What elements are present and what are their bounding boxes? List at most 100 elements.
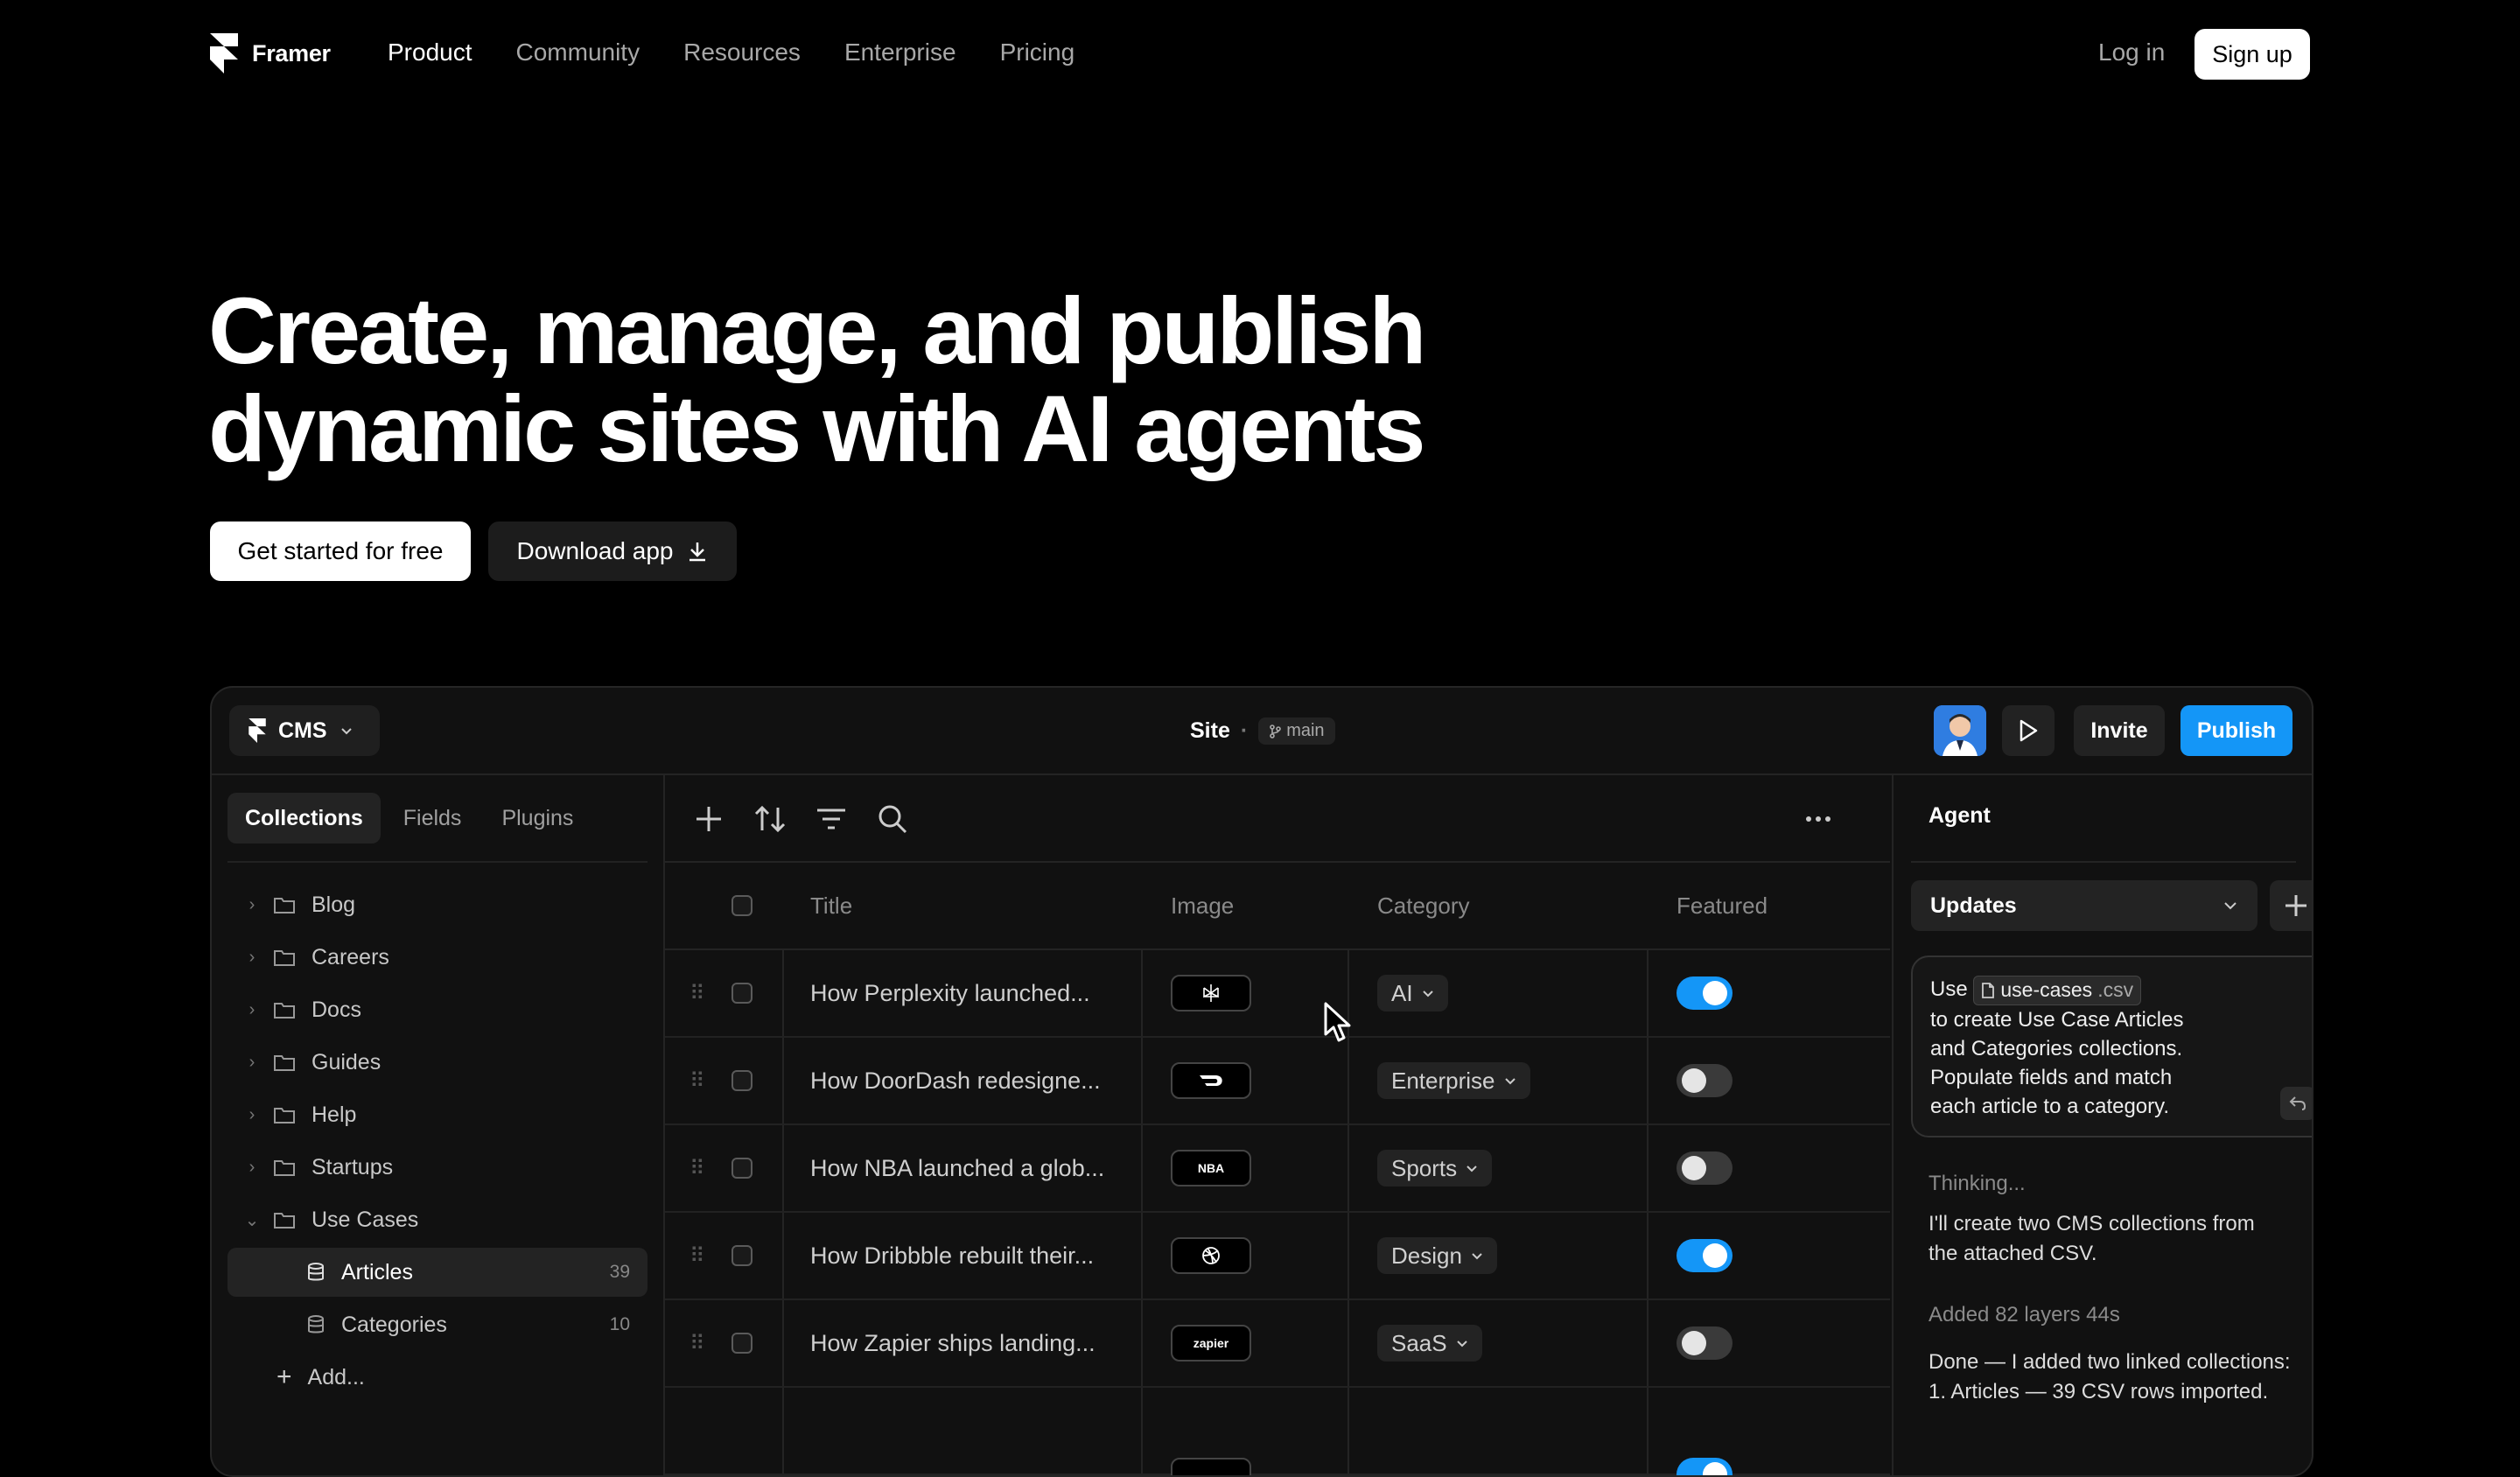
nav-enterprise[interactable]: Enterprise <box>844 38 956 66</box>
sidebar-item-careers[interactable]: › Careers <box>228 933 648 982</box>
tab-fields[interactable]: Fields <box>386 793 480 844</box>
chevron-right-icon[interactable]: › <box>240 1105 264 1125</box>
column-category[interactable]: Category <box>1377 863 1470 948</box>
table-row[interactable] <box>665 1388 1890 1475</box>
get-started-button[interactable]: Get started for free <box>210 522 471 581</box>
chevron-right-icon[interactable]: › <box>240 1053 264 1073</box>
row-category-cell[interactable]: Enterprise <box>1377 1038 1530 1124</box>
row-category-cell[interactable]: AI <box>1377 950 1448 1036</box>
drag-handle-icon[interactable]: ⠿ <box>690 1125 705 1211</box>
row-checkbox-cell[interactable] <box>732 1038 752 1124</box>
preview-button[interactable] <box>2002 705 2054 756</box>
chevron-right-icon[interactable]: › <box>240 895 264 915</box>
row-featured-cell[interactable] <box>1676 1038 1732 1124</box>
branch-badge[interactable]: main <box>1258 718 1335 745</box>
tab-plugins[interactable]: Plugins <box>484 793 591 844</box>
drag-handle-icon[interactable]: ⠿ <box>690 1213 705 1298</box>
row-category-cell[interactable]: SaaS <box>1377 1300 1482 1386</box>
row-category-cell[interactable]: Design <box>1377 1213 1497 1298</box>
featured-toggle[interactable] <box>1676 1326 1732 1360</box>
featured-toggle[interactable] <box>1676 1152 1732 1185</box>
undo-button[interactable] <box>2280 1087 2312 1120</box>
row-featured-cell[interactable] <box>1676 1458 1732 1475</box>
row-title[interactable]: How Perplexity launched... <box>810 950 1090 1036</box>
column-title[interactable]: Title <box>810 863 852 948</box>
row-checkbox[interactable] <box>732 1070 752 1091</box>
chevron-right-icon[interactable]: › <box>240 1000 264 1020</box>
chevron-right-icon[interactable]: › <box>240 948 264 968</box>
column-image[interactable]: Image <box>1171 863 1234 948</box>
sidebar-item-docs[interactable]: › Docs <box>228 985 648 1034</box>
table-row[interactable]: ⠿ How DoorDash redesigne... Enterprise <box>665 1038 1890 1125</box>
drag-handle-icon[interactable]: ⠿ <box>690 1038 705 1124</box>
cms-menu-button[interactable]: CMS <box>229 705 380 756</box>
row-checkbox[interactable] <box>732 1333 752 1354</box>
row-checkbox-cell[interactable] <box>732 1300 752 1386</box>
publish-button[interactable]: Publish <box>2180 705 2292 756</box>
add-item-button[interactable] <box>691 802 726 836</box>
row-image-cell[interactable] <box>1171 1038 1251 1124</box>
featured-toggle[interactable] <box>1676 1458 1732 1475</box>
avatar[interactable] <box>1934 705 1986 756</box>
row-checkbox-cell[interactable] <box>732 1125 752 1211</box>
row-featured-cell[interactable] <box>1676 1125 1732 1211</box>
row-checkbox[interactable] <box>732 983 752 1004</box>
row-title[interactable]: How NBA launched a glob... <box>810 1125 1104 1211</box>
row-featured-cell[interactable] <box>1676 950 1732 1036</box>
chevron-down-icon[interactable]: ⌄ <box>240 1209 264 1231</box>
row-image-cell[interactable]: NBA <box>1171 1125 1251 1211</box>
nav-product[interactable]: Product <box>388 38 472 66</box>
sidebar-item-articles[interactable]: Articles 39 <box>228 1248 648 1297</box>
sidebar-item-use-cases[interactable]: ⌄ Use Cases <box>228 1195 648 1244</box>
row-title[interactable]: How Dribbble rebuilt their... <box>810 1213 1094 1298</box>
updates-dropdown[interactable]: Updates <box>1911 880 2258 931</box>
table-row[interactable]: ⠿ How NBA launched a glob... NBA Sports <box>665 1125 1890 1213</box>
sidebar-item-blog[interactable]: › Blog <box>228 880 648 929</box>
sidebar-item-help[interactable]: › Help <box>228 1090 648 1139</box>
search-button[interactable] <box>875 802 910 836</box>
category-select[interactable]: AI <box>1377 975 1448 1012</box>
site-breadcrumb[interactable]: Site · main <box>1190 718 1335 745</box>
row-image-cell[interactable]: zapier <box>1171 1300 1251 1386</box>
sidebar-item-guides[interactable]: › Guides <box>228 1038 648 1087</box>
brand-logo[interactable]: Framer <box>210 33 331 74</box>
download-app-button[interactable]: Download app <box>488 522 737 581</box>
more-options-button[interactable] <box>1801 802 1836 836</box>
add-collection-button[interactable]: + Add... <box>228 1353 648 1402</box>
featured-toggle[interactable] <box>1676 976 1732 1010</box>
invite-button[interactable]: Invite <box>2074 705 2165 756</box>
row-featured-cell[interactable] <box>1676 1300 1732 1386</box>
signup-button[interactable]: Sign up <box>2194 29 2310 80</box>
row-image-cell[interactable] <box>1171 1213 1251 1298</box>
row-image-cell[interactable] <box>1171 950 1251 1036</box>
table-row[interactable]: ⠿ How Zapier ships landing... zapier Saa… <box>665 1300 1890 1388</box>
nav-community[interactable]: Community <box>516 38 640 66</box>
login-link[interactable]: Log in <box>2098 38 2165 66</box>
filter-button[interactable] <box>814 802 849 836</box>
sort-button[interactable] <box>752 802 788 836</box>
drag-handle-icon[interactable]: ⠿ <box>690 950 705 1036</box>
new-thread-button[interactable] <box>2270 880 2312 931</box>
row-title[interactable]: How DoorDash redesigne... <box>810 1038 1101 1124</box>
table-row[interactable]: ⠿ How Dribbble rebuilt their... Design <box>665 1213 1890 1300</box>
select-all-cell[interactable] <box>732 863 752 948</box>
sidebar-item-startups[interactable]: › Startups <box>228 1143 648 1192</box>
row-title[interactable]: How Zapier ships landing... <box>810 1300 1096 1386</box>
category-select[interactable]: Sports <box>1377 1150 1493 1186</box>
drag-handle-icon[interactable]: ⠿ <box>690 1300 705 1386</box>
row-category-cell[interactable]: Sports <box>1377 1125 1493 1211</box>
chevron-right-icon[interactable]: › <box>240 1158 264 1178</box>
featured-toggle[interactable] <box>1676 1064 1732 1097</box>
nav-resources[interactable]: Resources <box>683 38 801 66</box>
category-select[interactable]: Enterprise <box>1377 1062 1530 1099</box>
select-all-checkbox[interactable] <box>732 895 752 916</box>
sidebar-item-categories[interactable]: Categories 10 <box>228 1300 648 1349</box>
row-checkbox-cell[interactable] <box>732 950 752 1036</box>
attached-file-chip[interactable]: use-cases .csv <box>1973 975 2142 1005</box>
row-featured-cell[interactable] <box>1676 1213 1732 1298</box>
featured-toggle[interactable] <box>1676 1239 1732 1272</box>
tab-collections[interactable]: Collections <box>228 793 381 844</box>
row-image-cell[interactable] <box>1171 1458 1251 1475</box>
category-select[interactable]: Design <box>1377 1237 1497 1274</box>
row-checkbox-cell[interactable] <box>732 1213 752 1298</box>
